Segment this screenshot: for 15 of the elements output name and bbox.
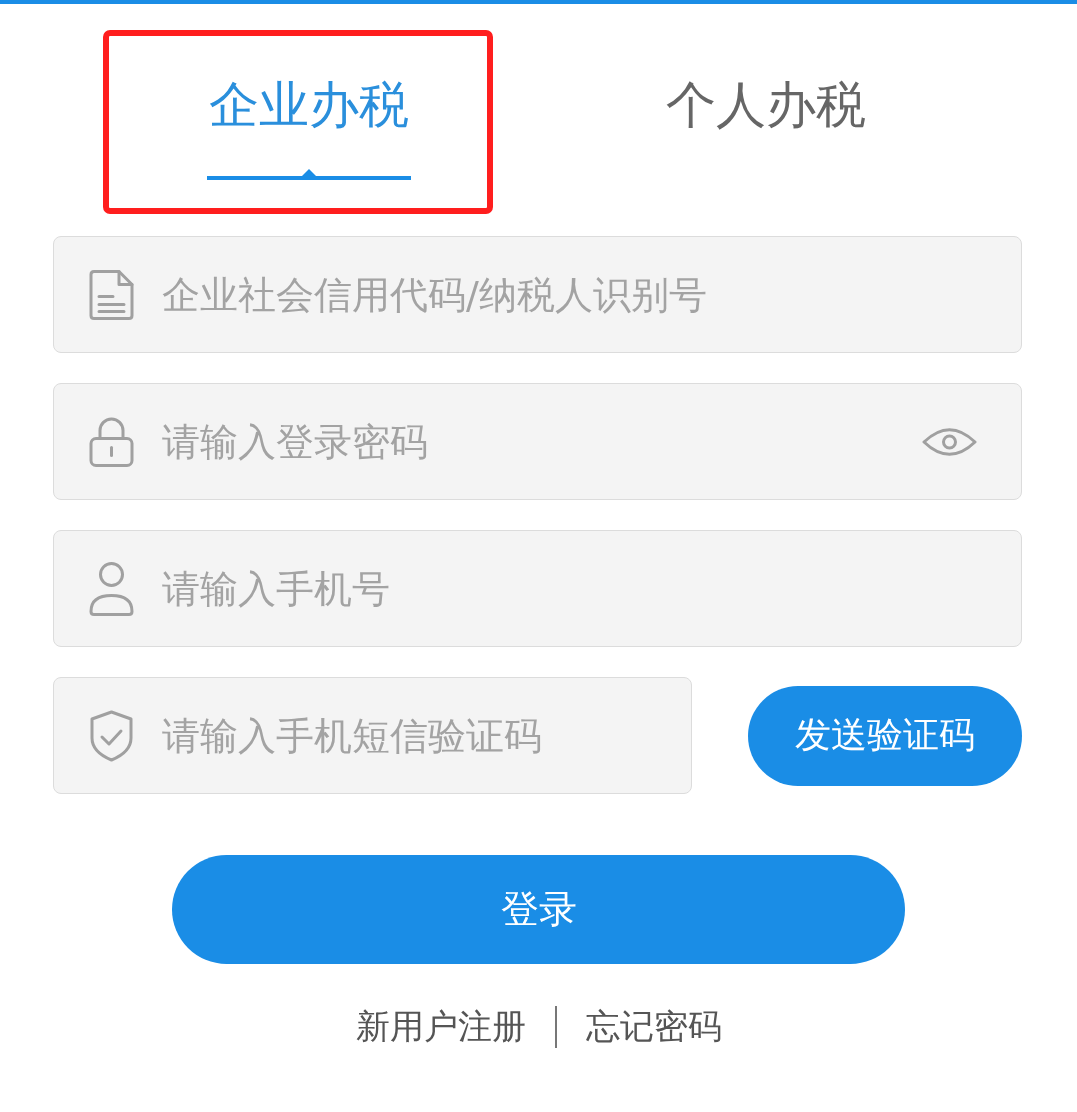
shield-check-icon <box>89 709 134 762</box>
tab[interactable]: 企业办税 <box>80 4 537 210</box>
tab[interactable]: 个人办税 <box>537 4 994 210</box>
text-link[interactable]: 忘记密码 <box>585 1004 722 1050</box>
text-link[interactable]: 新用户注册 <box>355 1004 526 1050</box>
input-field[interactable]: 企业社会信用代码/纳税人识别号 <box>53 236 1022 353</box>
document-icon <box>89 269 134 320</box>
login-button[interactable]: 登录 <box>172 855 905 964</box>
lock-icon <box>89 416 134 467</box>
send-code-button[interactable]: 发送验证码 <box>748 685 1022 786</box>
input-field[interactable]: 请输入手机短信验证码 <box>53 677 692 794</box>
eye-icon[interactable] <box>922 426 977 457</box>
input-field[interactable]: 请输入手机号 <box>53 530 1022 647</box>
input-field[interactable]: 请输入登录密码 <box>53 383 1022 500</box>
user-icon <box>89 561 134 616</box>
